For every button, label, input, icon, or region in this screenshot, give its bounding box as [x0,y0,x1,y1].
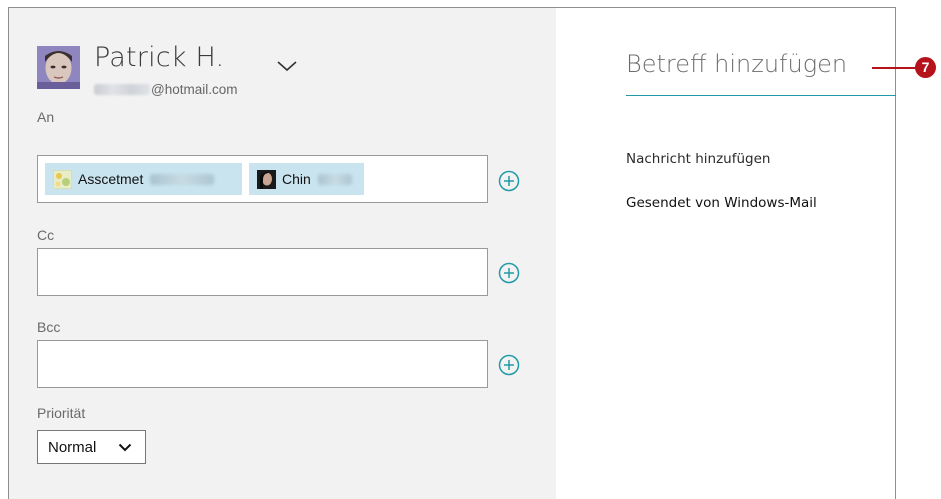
account-name: Patrick H. [94,42,225,73]
recipient-name: Asscetmet [78,171,144,187]
recipient-chip[interactable]: Chin [249,163,364,195]
cc-field[interactable] [37,248,488,296]
callout-pointer-line [872,67,916,69]
add-cc-recipient-button[interactable] [498,262,520,284]
add-circle-icon [498,170,520,192]
mail-compose-window: Patrick H. @hotmail.com An Asscetmet Chi… [8,7,896,499]
add-bcc-recipient-button[interactable] [498,354,520,376]
cc-label: Cc [37,227,55,243]
bcc-label: Bcc [37,319,61,335]
chevron-down-icon [118,443,132,452]
compose-body-pane: Betreff hinzufügen Nachricht hinzufügen … [556,8,896,499]
subject-input[interactable]: Betreff hinzufügen [626,50,847,78]
message-body-input[interactable]: Nachricht hinzufügen [626,151,770,167]
chevron-down-icon[interactable] [276,58,298,72]
contact-photo-icon [257,169,276,189]
contact-photo-icon [53,169,72,189]
priority-label: Priorität [37,405,86,421]
signature-text: Gesendet von Windows-Mail [626,195,817,211]
bcc-field[interactable] [37,340,488,388]
to-field[interactable]: Asscetmet Chin [37,155,488,203]
redacted-surname [150,173,215,185]
add-circle-icon [498,354,520,376]
callout-badge: 7 [915,57,936,78]
add-circle-icon [498,262,520,284]
account-email: @hotmail.com [94,82,237,97]
recipient-name: Chin [282,171,311,187]
recipient-chip[interactable]: Asscetmet [45,163,242,195]
priority-select[interactable]: Normal [37,430,146,464]
add-to-recipient-button[interactable] [498,170,520,192]
redacted-surname [317,173,352,185]
subject-underline [626,95,896,96]
to-label: An [37,109,55,125]
priority-value: Normal [48,438,97,456]
account-avatar [37,46,80,89]
compose-header-pane: Patrick H. @hotmail.com An Asscetmet Chi… [9,8,556,499]
redacted-username [94,84,150,95]
